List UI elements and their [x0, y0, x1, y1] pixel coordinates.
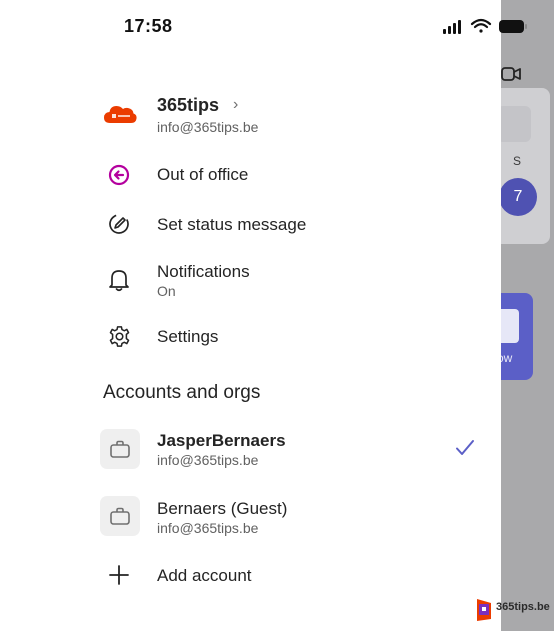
signal-icon [443, 20, 461, 34]
account-email: info@365tips.be [157, 520, 259, 536]
wifi-icon [470, 18, 492, 33]
video-call-icon [501, 67, 521, 81]
briefcase-icon [110, 440, 130, 458]
bell-icon[interactable] [108, 268, 130, 292]
account-name[interactable]: Bernaers (Guest) [157, 499, 287, 519]
account-drawer [0, 0, 501, 631]
out-of-office-item[interactable]: Out of office [157, 165, 248, 185]
watermark-text: 365tips.be [496, 601, 550, 613]
office-cloud-logo[interactable] [103, 101, 137, 127]
set-status-item[interactable]: Set status message [157, 215, 306, 235]
status-icons [443, 18, 527, 34]
notifications-item[interactable]: Notifications [157, 262, 250, 282]
background-pill [497, 106, 531, 142]
org-name[interactable]: 365tips [157, 95, 219, 116]
status-time: 17:58 [124, 16, 173, 36]
plus-icon[interactable] [108, 564, 130, 586]
add-account-item[interactable]: Add account [157, 566, 252, 586]
accounts-heading: Accounts and orgs [103, 382, 261, 403]
edit-status-icon[interactable] [108, 213, 130, 235]
briefcase-icon [110, 507, 130, 525]
background-date-badge: 7 [499, 178, 537, 216]
settings-item[interactable]: Settings [157, 327, 218, 347]
battery-icon [499, 20, 527, 33]
checkmark-icon [456, 440, 474, 455]
background-day-letter: S [513, 154, 522, 168]
profile-email: info@365tips.be [157, 119, 259, 135]
watermark-logo [477, 599, 491, 621]
account-avatar[interactable] [100, 496, 140, 536]
notifications-status: On [157, 283, 176, 299]
gear-icon[interactable] [108, 325, 131, 348]
account-email: info@365tips.be [157, 452, 259, 468]
chevron-right-icon[interactable]: › [233, 96, 238, 114]
account-name[interactable]: JasperBernaers [157, 431, 286, 451]
out-of-office-icon[interactable] [108, 164, 130, 186]
account-avatar[interactable] [100, 429, 140, 469]
